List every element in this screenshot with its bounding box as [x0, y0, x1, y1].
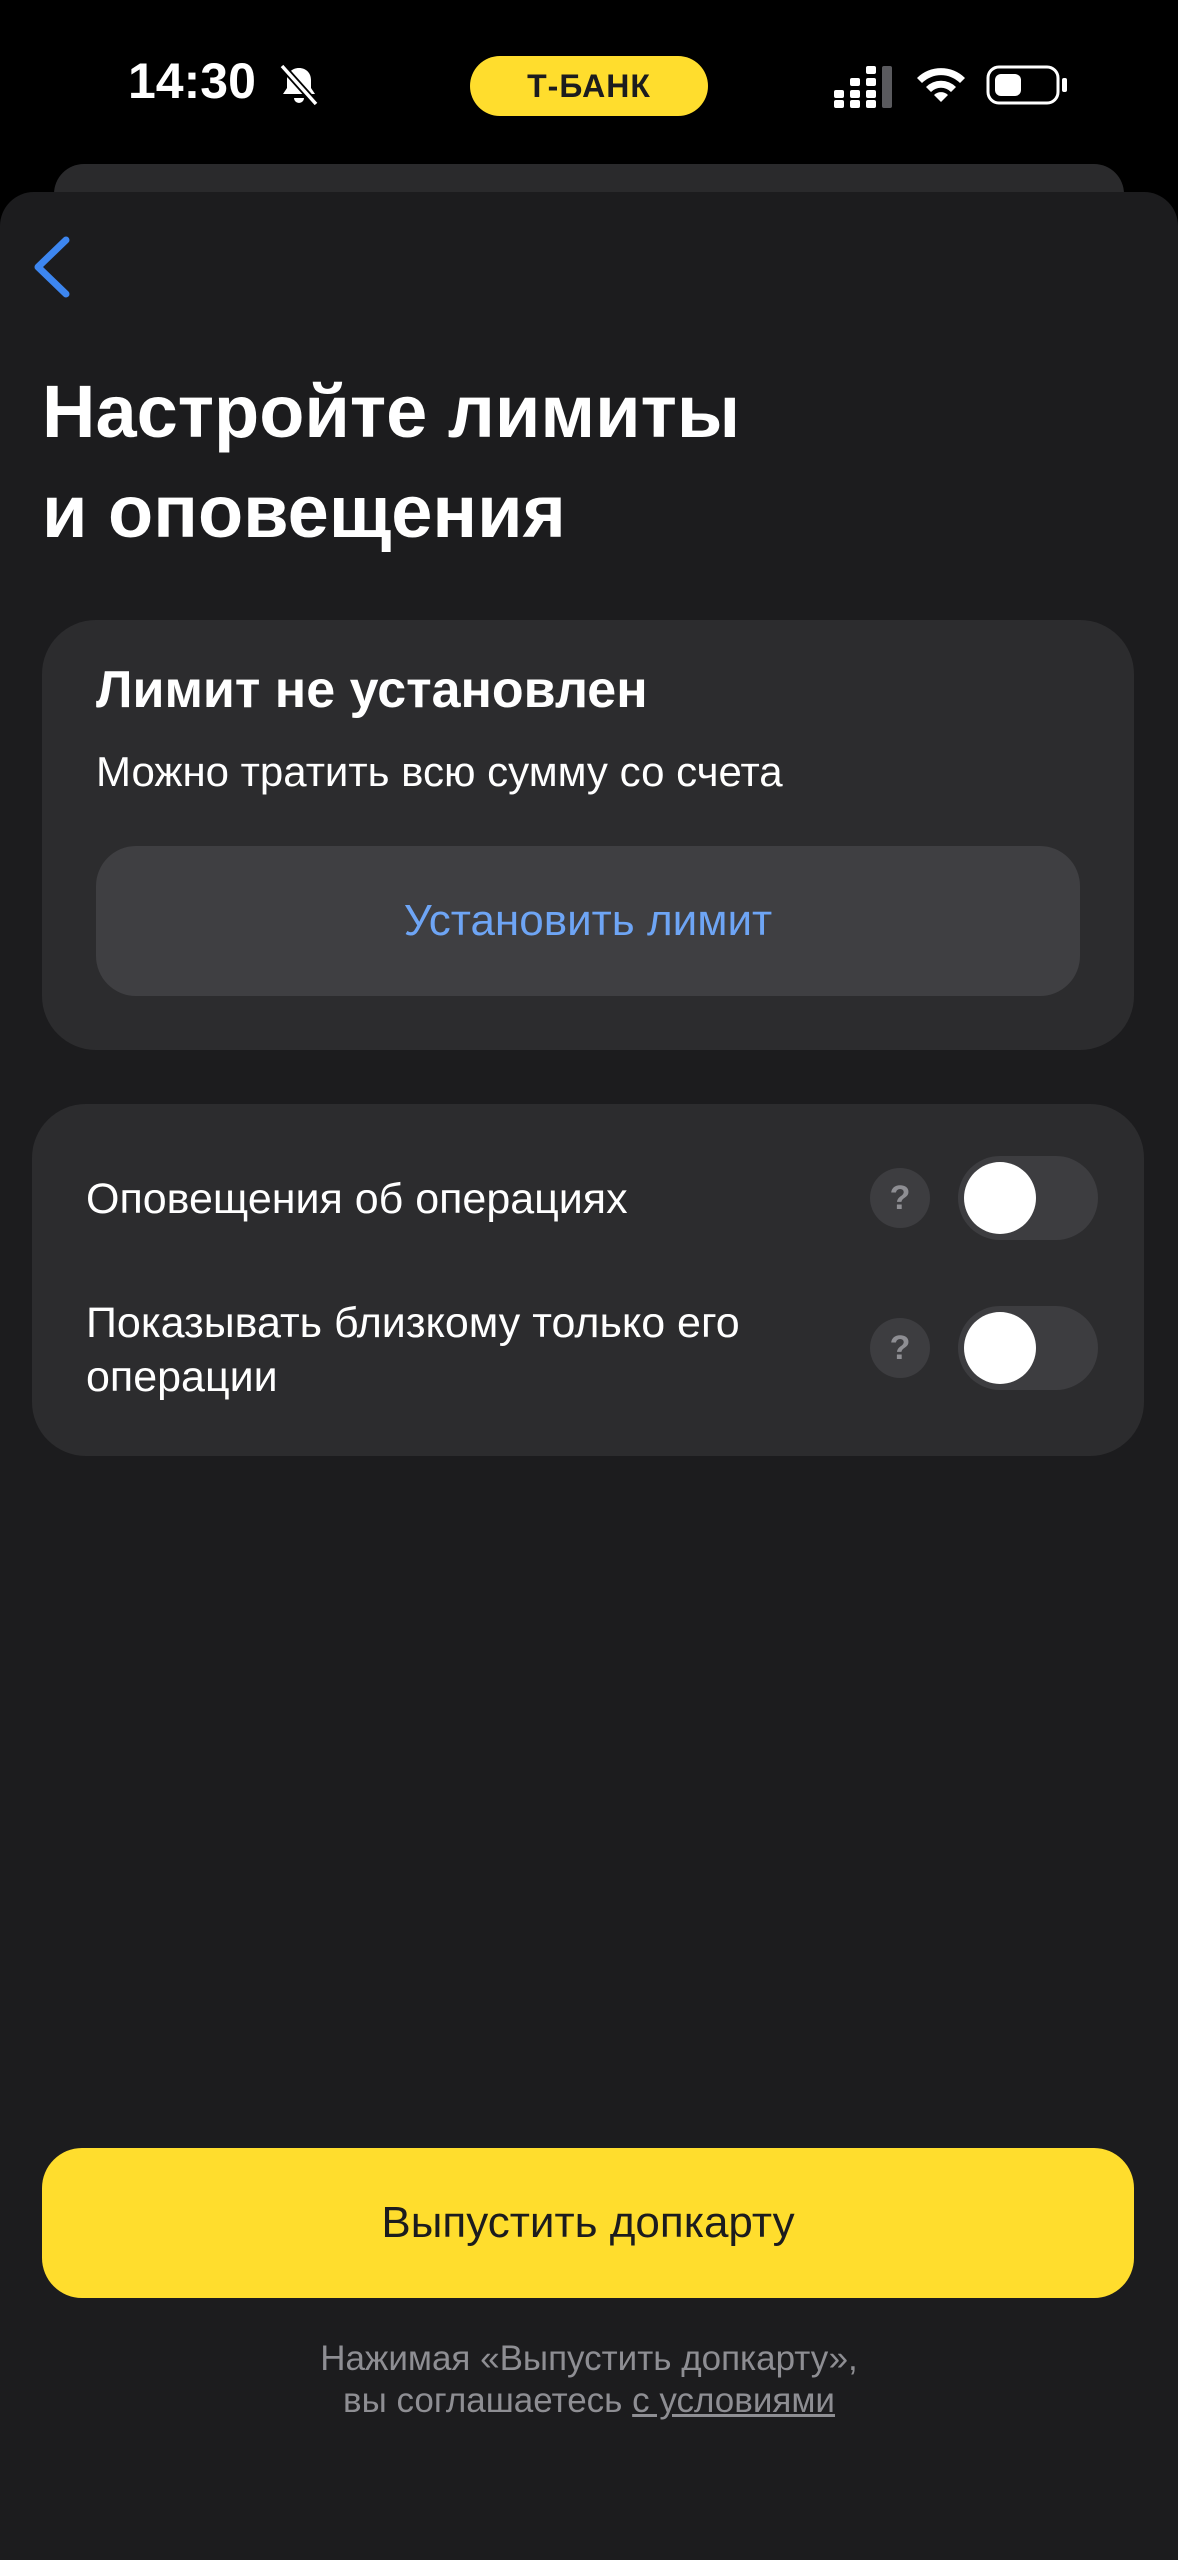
setting-row-show-own-operations: Показывать близкому только его операции … [32, 1284, 1144, 1456]
wifi-icon [917, 68, 965, 102]
status-bar: 14:30 Т-БАНК [0, 0, 1178, 170]
terms-line-2: вы соглашаетесь с условиями [0, 2380, 1178, 2422]
terms-prefix: вы соглашаетесь [343, 2381, 633, 2420]
page-title: Настройте лимиты и оповещения [42, 362, 1042, 562]
set-limit-button[interactable]: Установить лимит [96, 846, 1080, 996]
page-title-line-2: и оповещения [42, 470, 566, 553]
help-icon-glyph: ? [889, 1178, 911, 1217]
chevron-left-icon [34, 236, 70, 298]
help-icon-glyph: ? [889, 1328, 911, 1367]
page-title-line-1: Настройте лимиты [42, 370, 741, 453]
status-time: 14:30 [128, 53, 256, 109]
setting-label: Оповещения об операциях [86, 1175, 628, 1223]
screen: 14:30 Т-БАНК Настройте лимиты и оповещен… [0, 0, 1178, 2560]
terms-link[interactable]: с условиями [632, 2381, 835, 2420]
help-icon[interactable]: ? [870, 1318, 930, 1378]
toggle-knob [964, 1312, 1036, 1384]
setting-row-operation-notifications: Оповещения об операциях ? [32, 1104, 1144, 1284]
limit-status-subtitle: Можно тратить всю сумму со счета [96, 748, 783, 795]
limit-card: Лимит не установлен Можно тратить всю су… [42, 620, 1134, 1050]
limit-status-title: Лимит не установлен [96, 661, 648, 719]
issue-additional-card-button[interactable]: Выпустить допкарту [42, 2148, 1134, 2298]
setting-label: Показывать близкому только его операции [86, 1299, 740, 1401]
back-button[interactable] [22, 232, 82, 302]
show-own-operations-toggle[interactable] [958, 1306, 1098, 1390]
terms-text: Нажимая «Выпустить допкарту», вы соглаша… [0, 2338, 1178, 2422]
cellular-signal-icon [834, 66, 892, 108]
bell-slash-icon [279, 63, 319, 107]
toggle-knob [964, 1162, 1036, 1234]
settings-card: Оповещения об операциях ? Показывать бли… [32, 1104, 1144, 1456]
brand-badge: Т-БАНК [470, 56, 708, 116]
help-icon[interactable]: ? [870, 1168, 930, 1228]
operation-notifications-toggle[interactable] [958, 1156, 1098, 1240]
terms-line-1: Нажимая «Выпустить допкарту», [320, 2339, 858, 2378]
battery-icon [986, 65, 1067, 105]
